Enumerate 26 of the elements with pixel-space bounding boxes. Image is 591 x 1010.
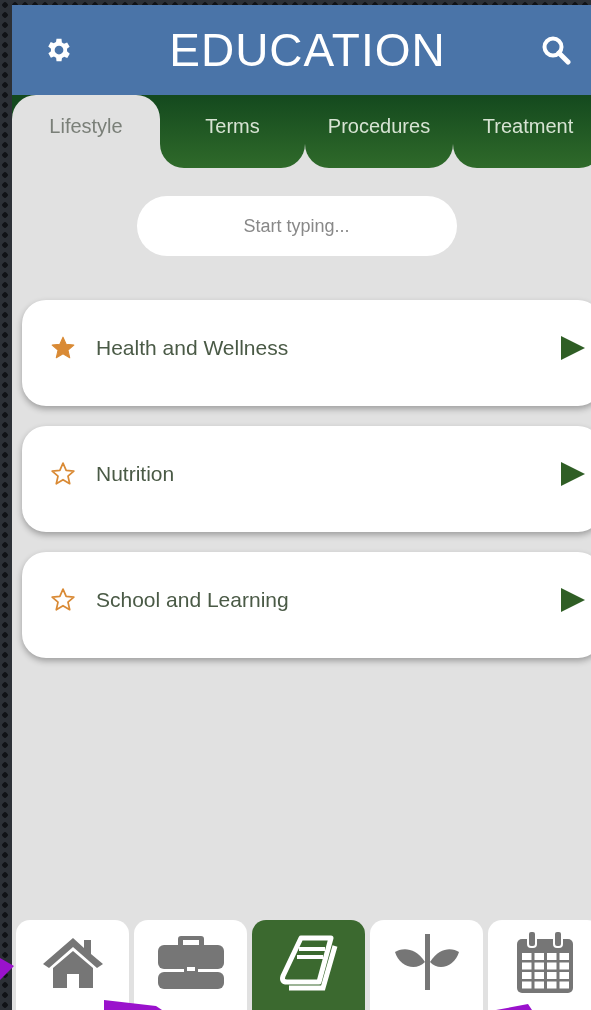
play-icon [560,461,586,487]
search-field[interactable]: Start typing... [136,196,457,256]
topic-row[interactable]: Health and Wellness [22,300,591,406]
annotation-stroke [0,958,14,980]
search-button[interactable] [541,35,571,65]
nav-tab[interactable] [134,920,247,1010]
play-icon [560,335,586,361]
search-icon [541,35,571,65]
topic-label: Nutrition [96,462,176,486]
star-icon[interactable] [50,461,76,487]
page-title: EDUCATION [169,23,446,77]
annotation-stroke [496,1004,532,1010]
star-icon[interactable] [50,587,76,613]
nav-tab[interactable] [370,920,483,1010]
play-icon [560,587,586,613]
nav-tab[interactable] [488,920,591,1010]
topic-row[interactable]: Nutrition [22,426,591,532]
plant-icon [394,932,459,992]
briefcase-icon [156,934,225,990]
annotation-stroke [104,1000,162,1010]
nav-tab[interactable] [16,920,129,1010]
topic-label: School and Learning [96,588,290,612]
nav-tab[interactable] [252,920,365,1010]
topic-label: Health and Wellness [96,336,290,360]
star-icon[interactable] [50,335,76,361]
topic-row[interactable]: School and Learning [22,552,591,658]
